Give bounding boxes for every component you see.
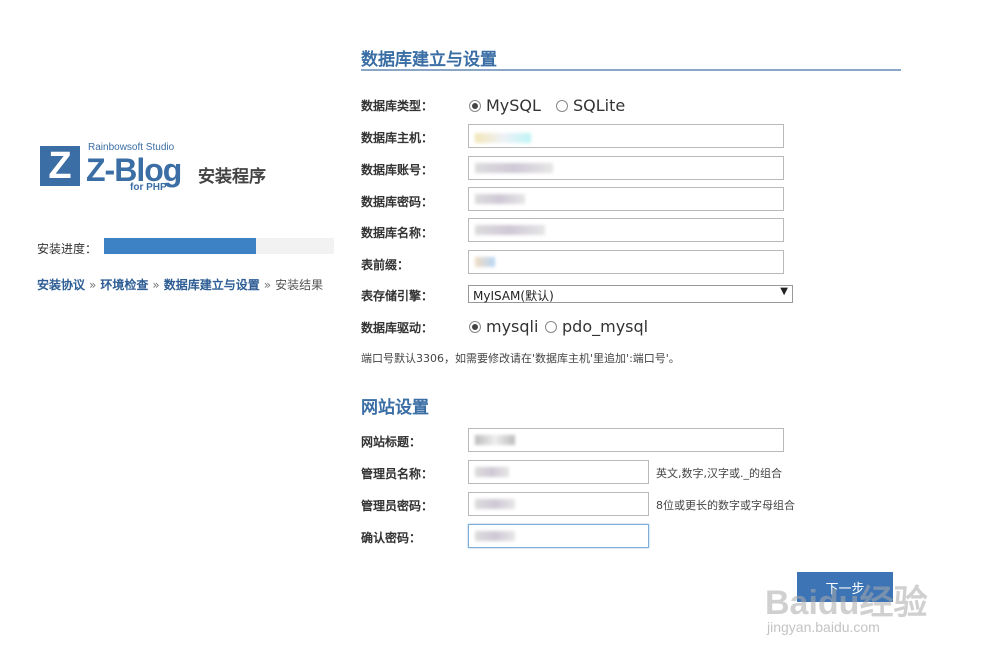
redacted-value — [475, 531, 515, 541]
storage-engine-value: MyISAM(默认) — [473, 289, 554, 303]
redacted-value — [475, 133, 531, 143]
logo-z-mark: Z — [40, 146, 80, 186]
site-title-label: 网站标题： — [361, 435, 422, 449]
redacted-value — [475, 257, 495, 267]
redacted-value — [475, 467, 509, 477]
database-user-input[interactable] — [468, 156, 784, 180]
table-prefix-label: 表前缀： — [361, 258, 410, 272]
database-name-label: 数据库名称： — [361, 226, 434, 240]
database-section-title: 数据库建立与设置 — [361, 50, 497, 70]
radio-mysql-label: MySQL — [486, 96, 541, 115]
storage-engine-select[interactable]: MyISAM(默认) ▼ — [468, 285, 793, 303]
admin-name-label: 管理员名称： — [361, 467, 434, 481]
next-step-button[interactable]: 下一步 — [797, 572, 893, 602]
radio-checked-icon — [469, 321, 481, 333]
database-host-label: 数据库主机： — [361, 131, 434, 145]
zblog-logo: Z Rainbowsoft Studio Z-Blog for PHP 安装程序 — [40, 142, 280, 193]
admin-password-label: 管理员密码： — [361, 499, 434, 513]
database-name-input[interactable] — [468, 218, 784, 242]
radio-checked-icon — [469, 100, 481, 112]
database-password-input[interactable] — [468, 187, 784, 211]
redacted-value — [475, 435, 515, 445]
database-user-label: 数据库账号： — [361, 163, 434, 177]
step-separator: » — [263, 278, 272, 292]
logo-setup-text: 安装程序 — [198, 167, 266, 187]
site-title-input[interactable] — [468, 428, 784, 452]
redacted-value — [475, 225, 545, 235]
step-separator: » — [89, 278, 97, 292]
radio-pdo-mysql-label: pdo_mysql — [562, 317, 649, 336]
admin-password-input[interactable] — [468, 492, 649, 516]
install-step: 环境检查 — [100, 278, 149, 292]
database-password-label: 数据库密码： — [361, 195, 434, 209]
install-step: 安装协议 — [37, 278, 86, 292]
storage-engine-label: 表存储引擎： — [361, 289, 434, 303]
redacted-value — [475, 194, 525, 204]
redacted-value — [475, 499, 515, 509]
admin-name-hint: 英文,数字,汉字或._的组合 — [656, 467, 782, 480]
section-title-divider — [361, 69, 901, 71]
radio-sqlite-label: SQLite — [573, 96, 626, 115]
site-section-title: 网站设置 — [361, 398, 429, 418]
radio-sqlite[interactable]: SQLite — [556, 96, 625, 115]
database-host-input[interactable] — [468, 124, 784, 148]
admin-name-input[interactable] — [468, 460, 649, 484]
progress-bar-fill — [104, 238, 256, 254]
admin-password-hint: 8位或更长的数字或字母组合 — [656, 499, 795, 512]
radio-mysqli[interactable]: mysqli — [469, 317, 538, 336]
progress-bar — [104, 238, 334, 254]
install-step: 安装结果 — [275, 278, 324, 292]
install-step: 数据库建立与设置 — [163, 278, 260, 292]
progress-label: 安装进度： — [37, 242, 98, 256]
radio-pdo-mysql[interactable]: pdo_mysql — [545, 317, 648, 336]
confirm-password-input[interactable] — [468, 524, 649, 548]
dropdown-arrow-icon: ▼ — [780, 286, 788, 297]
table-prefix-input[interactable] — [468, 250, 784, 274]
port-note: 端口号默认3306，如需要修改请在'数据库主机'里追加':端口号'。 — [361, 352, 680, 365]
logo-platform-text: for PHP — [130, 182, 167, 193]
redacted-value — [475, 163, 553, 173]
radio-unchecked-icon — [545, 321, 557, 333]
watermark-url-text: jingyan.baidu.com — [767, 619, 880, 635]
database-type-label: 数据库类型： — [361, 99, 434, 113]
radio-mysql[interactable]: MySQL — [469, 96, 541, 115]
database-driver-label: 数据库驱动： — [361, 321, 434, 335]
install-steps-breadcrumb: 安装协议» 环境检查» 数据库建立与设置» 安装结果 — [37, 276, 323, 293]
step-separator: » — [152, 278, 160, 292]
radio-mysqli-label: mysqli — [486, 317, 539, 336]
confirm-password-label: 确认密码： — [361, 531, 422, 545]
radio-unchecked-icon — [556, 100, 568, 112]
